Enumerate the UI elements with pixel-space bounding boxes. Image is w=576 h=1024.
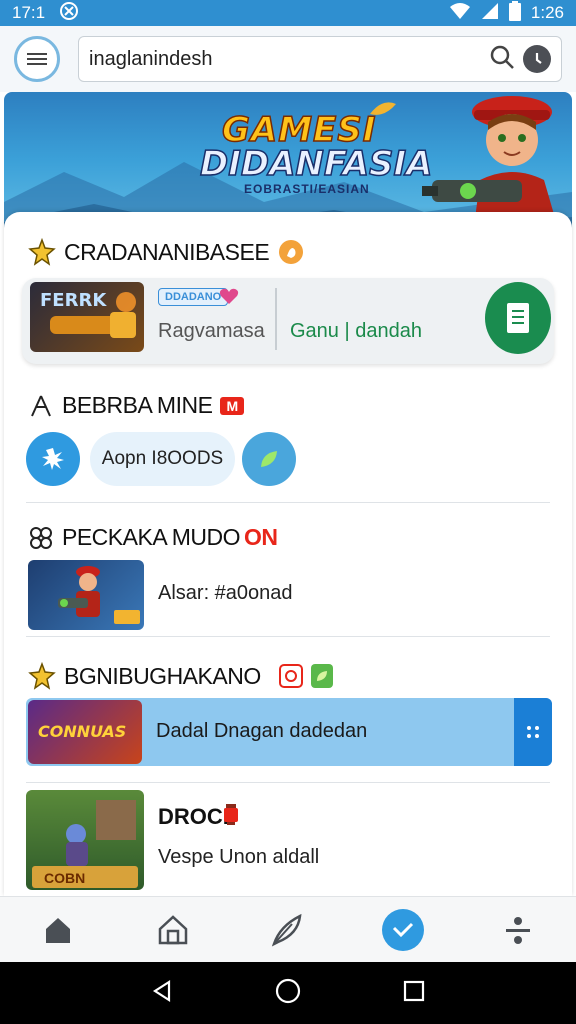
system-navigation-bar bbox=[0, 962, 576, 1024]
game-subtitle: Ragvamasa bbox=[158, 320, 265, 342]
status-bar: 17:1 1:26 bbox=[0, 0, 576, 26]
feather-icon bbox=[271, 913, 302, 946]
divide-icon bbox=[506, 916, 531, 944]
battery-icon bbox=[508, 0, 521, 26]
search-icon[interactable] bbox=[489, 44, 515, 75]
tent-icon bbox=[31, 395, 51, 416]
section-1-header: CRADANANIBASEE bbox=[28, 238, 305, 266]
section-3-title: PECKAKA MUDO bbox=[62, 524, 241, 550]
voice-icon[interactable] bbox=[523, 45, 551, 73]
home-circle-icon[interactable] bbox=[274, 977, 302, 1010]
hero-character-image bbox=[58, 566, 140, 624]
thumbnail-label: FERRK bbox=[40, 290, 107, 311]
thumbnail-label: COBN bbox=[44, 870, 86, 886]
lantern-icon bbox=[224, 804, 238, 825]
check-icon bbox=[382, 908, 425, 951]
search-input[interactable] bbox=[89, 47, 481, 71]
section-divider bbox=[26, 782, 550, 783]
leaf-decoration-icon bbox=[370, 102, 396, 115]
leaf-badge-icon bbox=[310, 664, 333, 688]
content-list: CRADANANIBASEE FERRK DDADANO Ragvamasa G… bbox=[4, 212, 572, 896]
wifi-icon bbox=[449, 2, 471, 25]
section-2-badge: M bbox=[220, 396, 244, 415]
section-divider bbox=[26, 636, 550, 637]
category-chip-pill[interactable]: Aopn I8OODS bbox=[90, 432, 235, 486]
back-icon[interactable] bbox=[150, 979, 174, 1008]
home-outline-icon bbox=[158, 914, 188, 944]
section-2-header: BEBRBA MINE M bbox=[28, 392, 244, 419]
burst-icon bbox=[42, 448, 64, 470]
thumbnail-label: CONNUAS bbox=[38, 722, 127, 741]
category-chip-1[interactable] bbox=[26, 432, 80, 486]
app-bar bbox=[0, 26, 576, 92]
section-2-title: BEBRBA MINE bbox=[62, 392, 213, 418]
game-thumbnail-hero[interactable] bbox=[28, 560, 144, 630]
status-clock: 1:26 bbox=[530, 3, 564, 22]
highlighted-game-row[interactable]: CONNUAS Dadal Dnagan dadedan bbox=[26, 698, 552, 766]
section-4-header: BGNIBUGHAKANO bbox=[28, 662, 333, 690]
link-rings-icon bbox=[30, 526, 52, 549]
section-5-title: DROCI bbox=[158, 804, 229, 829]
search-bar[interactable] bbox=[78, 36, 562, 82]
nav-home[interactable] bbox=[28, 900, 88, 960]
game-thumbnail-connuas: CONNUAS bbox=[28, 700, 142, 764]
game-action-label: Ganu | dandah bbox=[290, 320, 422, 342]
section-5-row-text: Vespe Unon aldall bbox=[158, 846, 320, 868]
heart-icon bbox=[219, 288, 239, 304]
menu-button[interactable] bbox=[14, 36, 60, 82]
section-divider bbox=[26, 502, 550, 503]
star-badge-icon bbox=[28, 662, 56, 690]
featured-game-card[interactable]: FERRK DDADANO Ragvamasa Ganu | dandah bbox=[22, 278, 554, 364]
notification-icon bbox=[59, 1, 79, 26]
target-icon bbox=[278, 664, 303, 688]
nav-check[interactable] bbox=[373, 900, 433, 960]
document-icon bbox=[507, 303, 529, 333]
more-options-button[interactable] bbox=[514, 698, 552, 766]
section-3-header: PECKAKA MUDO ON bbox=[28, 524, 278, 551]
star-badge-icon bbox=[28, 238, 56, 266]
recents-icon[interactable] bbox=[402, 979, 426, 1008]
nav-more[interactable] bbox=[488, 900, 548, 960]
game-thumbnail-jungle[interactable]: COBN bbox=[26, 790, 144, 890]
section-4-title: BGNIBUGHAKANO bbox=[64, 662, 261, 689]
leaf-icon bbox=[261, 451, 277, 467]
flame-badge-icon bbox=[279, 240, 304, 264]
nav-library[interactable] bbox=[143, 900, 203, 960]
category-chip-2[interactable] bbox=[242, 432, 296, 486]
section-3-accent: ON bbox=[244, 524, 278, 550]
bottom-navigation bbox=[0, 896, 576, 962]
section-1-title: CRADANANIBASEE bbox=[64, 238, 270, 265]
section-3-row-text: Alsar: #a0onad bbox=[158, 582, 293, 604]
signal-icon bbox=[481, 2, 499, 25]
status-time: 17:1 bbox=[12, 3, 46, 22]
home-icon bbox=[45, 917, 70, 943]
banner-line-2: DIDANFASIA bbox=[199, 143, 433, 185]
card-divider bbox=[275, 288, 277, 350]
hamburger-icon bbox=[27, 53, 47, 65]
game-thumbnail: FERRK bbox=[30, 282, 144, 352]
section-4-row-text: Dadal Dnagan dadedan bbox=[156, 720, 368, 742]
nav-create[interactable] bbox=[258, 900, 318, 960]
dots-grid-icon bbox=[527, 726, 539, 738]
banner-line-3: EOBRASTI/EASIAN bbox=[244, 182, 370, 196]
document-button[interactable] bbox=[485, 282, 551, 354]
